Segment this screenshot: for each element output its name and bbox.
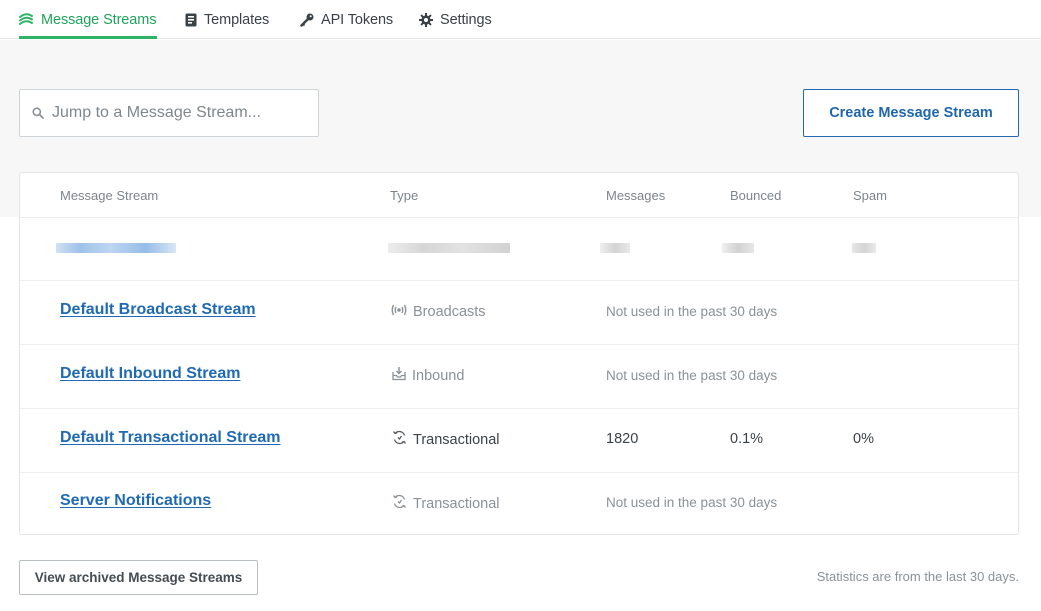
type-label: Transactional [413,431,500,448]
status-text: Not used in the past 30 days [606,304,778,319]
type-label: Broadcasts [413,304,486,320]
streams-icon [19,13,34,26]
template-icon [185,13,197,27]
view-archived-button[interactable]: View archived Message Streams [19,560,258,595]
gear-icon [419,12,433,27]
stream-link-default-broadcast[interactable]: Default Broadcast Stream [60,301,256,319]
transactional-icon [392,430,407,449]
redacted-spam [852,243,876,253]
redacted-name [56,243,176,253]
redacted-bounced [722,243,754,253]
tab-label: Templates [204,11,270,28]
type-cell: Transactional [392,494,500,513]
type-cell: Inbound [392,366,464,385]
table-header: Message Stream Type Messages Bounced Spa… [20,173,1018,218]
table-row: Default Transactional Stream Transaction… [20,409,1018,473]
bounced-rate: 0.1% [730,431,764,447]
search-icon [32,106,44,124]
tab-label: Settings [440,11,492,28]
tab-api-tokens[interactable]: API Tokens [300,0,393,39]
stream-link-server-notifications[interactable]: Server Notifications [60,492,211,510]
stream-link-default-inbound[interactable]: Default Inbound Stream [60,365,240,383]
type-label: Transactional [413,495,500,512]
tab-label: API Tokens [321,11,394,28]
column-header-stream: Message Stream [60,188,159,203]
column-header-bounced: Bounced [730,188,782,203]
stream-link-default-transactional[interactable]: Default Transactional Stream [60,429,281,447]
table-row: Server Notifications Transactional Not u… [20,473,1018,534]
create-message-stream-button[interactable]: Create Message Stream [803,89,1019,137]
search-input[interactable] [20,90,318,136]
tab-message-streams[interactable]: Message Streams [19,0,157,39]
tab-label: Message Streams [41,11,157,28]
key-icon [300,13,314,27]
type-cell: Broadcasts [391,303,486,321]
status-text: Not used in the past 30 days [606,495,778,510]
top-nav: Message Streams Templates API Tokens Set… [0,0,1041,39]
status-text: Not used in the past 30 days [606,368,778,383]
redacted-messages [600,243,630,253]
statistics-note: Statistics are from the last 30 days. [816,569,1019,584]
column-header-type: Type [390,188,419,203]
inbox-icon [392,366,406,385]
search-box [19,89,319,137]
tab-settings[interactable]: Settings [419,0,492,39]
spam-rate: 0% [853,431,874,447]
type-label: Inbound [412,367,465,384]
message-streams-table: Message Stream Type Messages Bounced Spa… [19,172,1019,535]
table-row: Default Broadcast Stream Broadcasts Not … [20,281,1018,345]
broadcast-icon [391,303,407,321]
type-cell: Transactional [392,430,500,449]
redacted-type [388,243,510,253]
transactional-icon [392,494,407,513]
table-row-redacted [20,218,1018,281]
tab-templates[interactable]: Templates [185,0,269,39]
messages-count: 1820 [606,431,639,447]
column-header-spam: Spam [853,188,887,203]
column-header-messages: Messages [606,188,666,203]
table-row: Default Inbound Stream Inbound Not used … [20,345,1018,409]
